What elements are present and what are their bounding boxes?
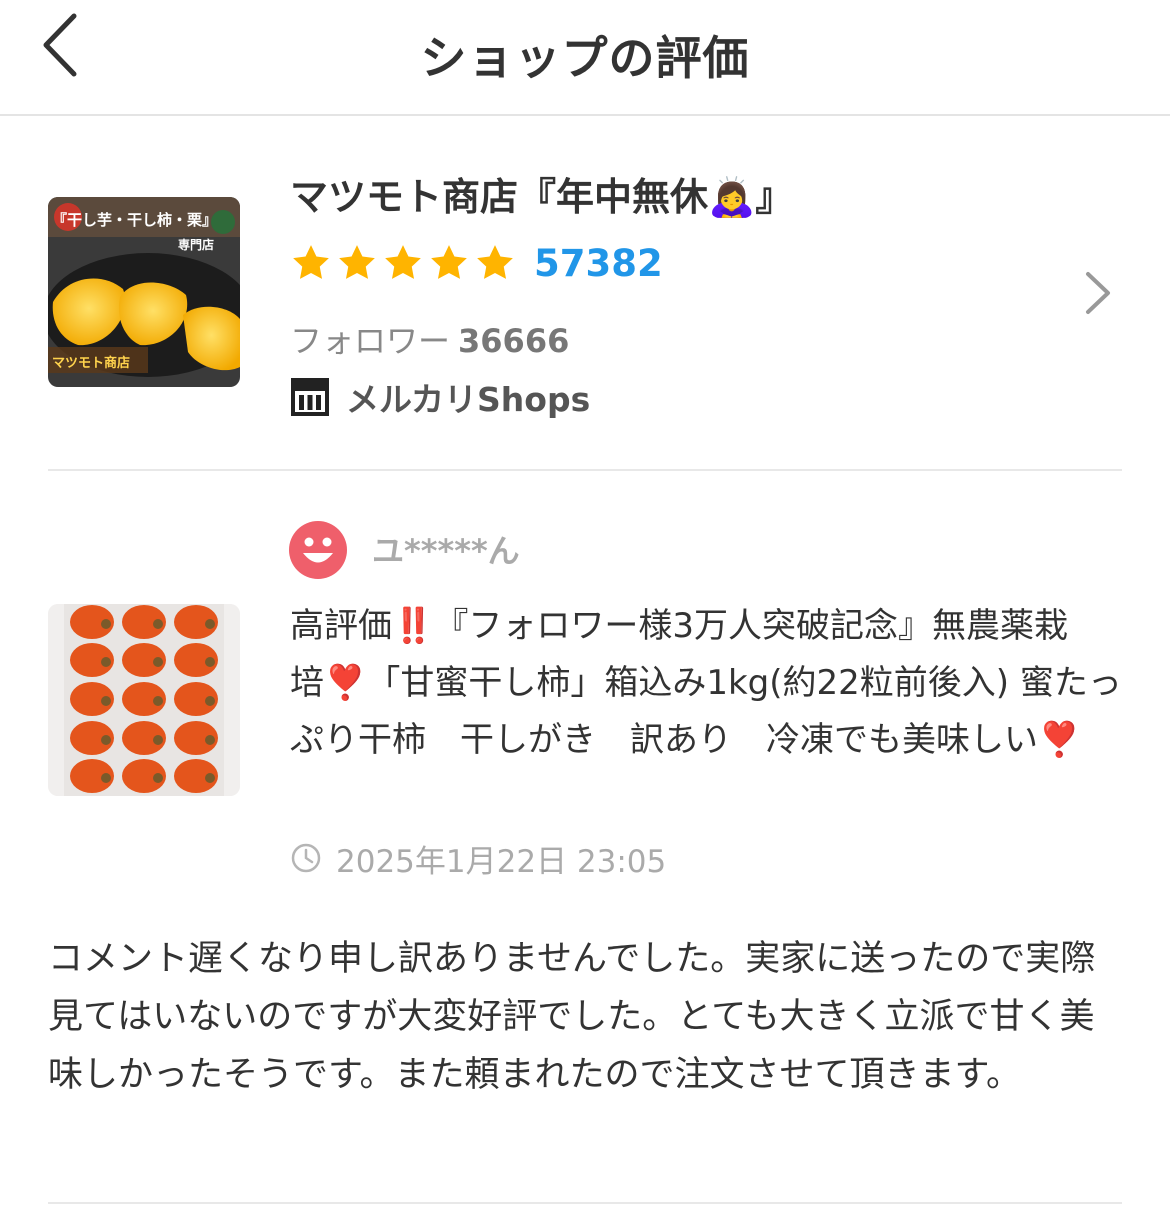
followers: フォロワー 36666 (290, 316, 569, 362)
heart-exclamation-icon: ❣️ (324, 663, 367, 703)
star-icon (293, 245, 329, 279)
shop-name[interactable]: マツモト商店『年中無休🙇‍♀️』 (290, 166, 793, 221)
mercari-shops-badge: メルカリShops (290, 374, 590, 420)
divider (48, 469, 1122, 471)
star-icon (477, 245, 513, 279)
star-icon (385, 245, 421, 279)
shop-thumbnail-banner: 『干し芋・干し柿・栗』 (52, 211, 217, 229)
item-title[interactable]: 高評価‼️『フォロワー様3万人突破記念』無農薬栽培❣️「甘蜜干し柿」箱込み1kg… (290, 598, 1130, 769)
star-icon (431, 245, 467, 279)
header: ショップの評価 (0, 0, 1170, 116)
item-title-part3: 「甘蜜干し柿」箱込み1kg(約22粒前後入) 蜜たっぷり干柿 干しがき 訳あり … (290, 663, 1122, 760)
clock-icon (291, 843, 321, 873)
double-exclamation-icon: ‼️ (392, 606, 435, 646)
storefront-icon (291, 378, 329, 416)
star-icon (339, 245, 375, 279)
heart-exclamation-icon: ❣️ (1038, 720, 1081, 760)
item-thumbnail[interactable] (48, 604, 240, 796)
followers-label: フォロワー (290, 322, 451, 360)
smiley-avatar-icon (289, 521, 347, 579)
divider (48, 1202, 1122, 1204)
item-title-part1: 高評価 (290, 606, 392, 646)
page-title: ショップの評価 (420, 31, 750, 85)
followers-count: 36666 (458, 322, 570, 360)
shop-detail-button[interactable] (1080, 268, 1116, 318)
review-comment: コメント遅くなり申し訳ありませんでした。実家に送ったので実際見てはいないのですが… (48, 939, 1096, 1095)
shop-thumbnail-subtext: 専門店 (178, 237, 214, 252)
shop-rating: 57382 (290, 240, 663, 286)
mercari-shops-label: メルカリShops (346, 380, 591, 419)
chevron-right-icon (1086, 272, 1110, 314)
review-date: 2025年1月22日 23:05 (290, 836, 666, 880)
rating-count: 57382 (534, 241, 663, 285)
review-date-text: 2025年1月22日 23:05 (336, 843, 667, 880)
reviewer-name[interactable]: ユ*****ん (372, 526, 520, 572)
shop-thumbnail[interactable]: 『干し芋・干し柿・栗』 専門店 マツモト商店 (48, 197, 240, 387)
shop-thumbnail-label: マツモト商店 (52, 355, 130, 371)
